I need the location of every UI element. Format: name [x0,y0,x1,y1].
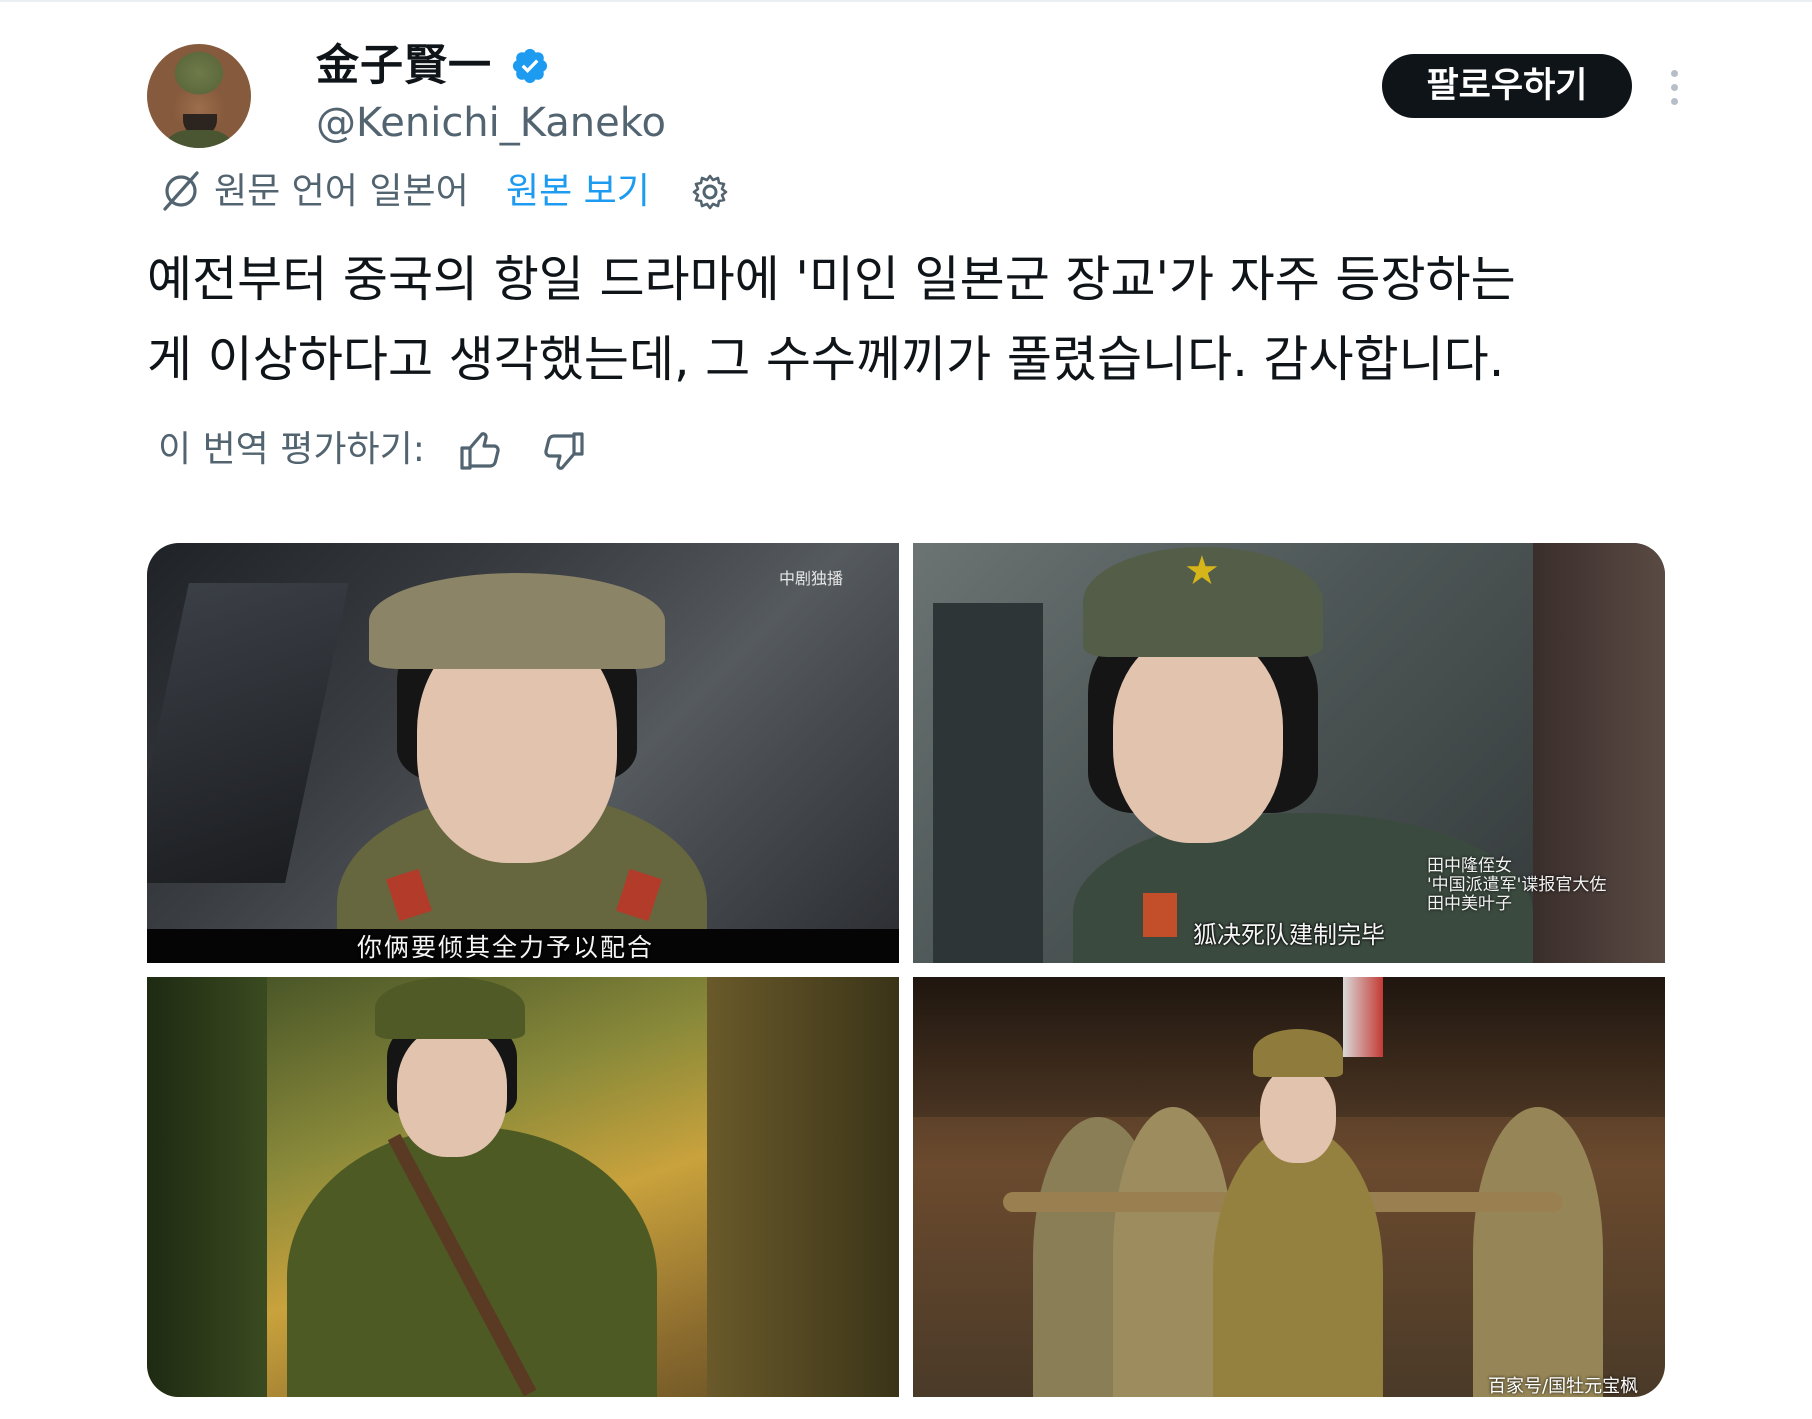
author-handle[interactable]: @Kenichi_Kaneko [316,98,666,148]
tweet-text: 예전부터 중국의 항일 드라마에 '미인 일본군 장교'가 자주 등장하는 게 … [147,240,1707,400]
photo-3[interactable] [147,977,899,1397]
top-divider [0,0,1812,2]
avatar[interactable] [147,44,251,148]
figure-cap [375,977,525,1039]
media-grid: 中剧独播 你俩要倾其全力予以配合 ★ 田中隆侄女 '中国派遣军'谍报官大佐 田中… [147,543,1665,1397]
figure-uniform [1213,1127,1383,1397]
figure-cap [1253,1029,1343,1077]
translation-note: 원문 언어 일본어 [214,171,469,212]
gear-icon[interactable] [690,172,730,212]
photo-background-trees [707,977,899,1397]
figure-cap [369,573,665,669]
character-caption-line: 田中美叶子 [1427,894,1512,914]
photo-background-shelf [147,583,349,883]
figure-uniform [287,1127,657,1397]
verified-badge-icon [512,48,548,84]
photo-background-figure [933,603,1043,963]
character-caption-line: '中国派遣军'谍报官大佐 [1427,875,1607,895]
tweet-text-line: 예전부터 중국의 항일 드라마에 '미인 일본군 장교'가 자주 등장하는 [147,251,1516,308]
soldier-right [1473,1107,1603,1397]
subtitle-text: 狐决死队建制完毕 [1193,921,1385,949]
author-name[interactable]: 金子賢一 [316,40,492,92]
figure-face [1260,1067,1336,1163]
photo-1[interactable]: 中剧独播 你俩要倾其全力予以配合 [147,543,899,963]
channel-logo: 中剧独播 [779,569,844,588]
thumbs-down-icon[interactable] [542,430,586,472]
watermark: 百家号/国牡元宝枫 [1488,1376,1639,1397]
photo-background-flag [1343,977,1383,1057]
collar-tab [1143,893,1177,937]
character-caption-line: 田中隆侄女 [1427,856,1512,876]
thumbs-up-icon[interactable] [458,430,502,472]
subtitle-text: 你俩要倾其全力予以配合 [357,933,655,962]
cap-star: ★ [1184,548,1220,594]
character-caption: 田中隆侄女 '中国派遣军'谍报官大佐 田中美叶子 [1427,857,1606,914]
show-original-link[interactable]: 원본 보기 [506,168,650,216]
tweet-text-line: 게 이상하다고 생각했는데, 그 수수께끼가 풀렸습니다. 감사합니다. [147,331,1505,388]
figure-face [397,1027,507,1157]
figure-face [1113,633,1283,843]
more-options-icon[interactable] [1658,66,1692,108]
photo-2[interactable]: ★ 田中隆侄女 '中国派遣军'谍报官大佐 田中美叶子 狐决死队建制完毕 [913,543,1665,963]
photo-background-trees [147,977,267,1397]
photo-4[interactable]: 百家号/国牡元宝枫 [913,977,1665,1397]
rate-translation-label: 이 번역 평가하기: [158,429,425,470]
follow-button[interactable]: 팔로우하기 [1382,54,1632,118]
avatar-shirt [159,130,239,148]
translate-icon [163,171,199,211]
